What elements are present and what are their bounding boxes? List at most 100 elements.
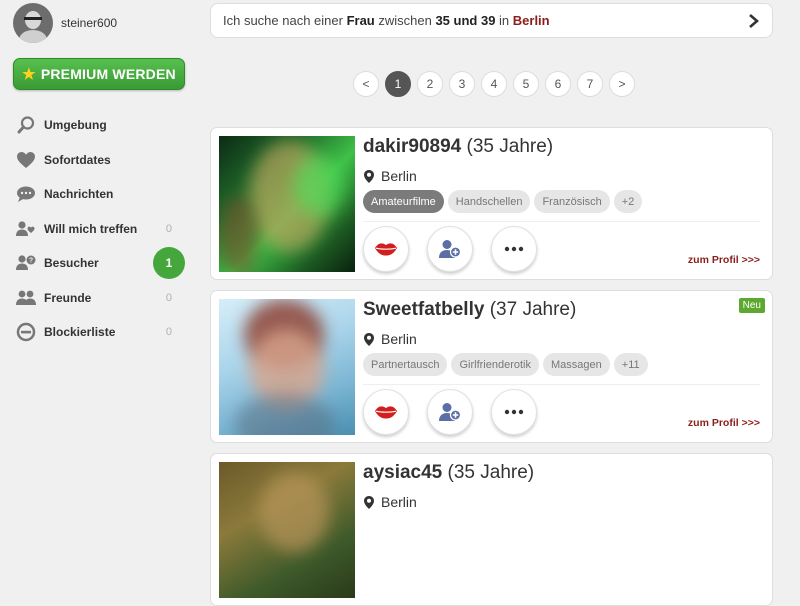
interest-tag[interactable]: Partnertausch bbox=[363, 353, 448, 376]
page-button-6[interactable]: 6 bbox=[545, 71, 571, 97]
profile-name[interactable]: aysiac45 (35 Jahre) bbox=[363, 462, 534, 484]
sidebar-item-label: Besucher bbox=[44, 256, 99, 271]
search-prefix: Ich suche nach einer bbox=[223, 13, 347, 28]
interest-tag[interactable]: Französisch bbox=[534, 190, 610, 213]
lips-icon bbox=[375, 243, 397, 256]
sidebar-item-freunde[interactable]: Freunde 0 bbox=[15, 281, 190, 316]
profile-username: aysiac45 bbox=[363, 462, 443, 483]
count-badge: 0 bbox=[165, 222, 172, 235]
interest-tag[interactable]: Massagen bbox=[543, 353, 610, 376]
page-button-3[interactable]: 3 bbox=[449, 71, 475, 97]
sidebar-item-nachrichten[interactable]: Nachrichten bbox=[15, 177, 190, 212]
search-mid: zwischen bbox=[374, 13, 436, 28]
add-friend-button[interactable] bbox=[427, 389, 473, 435]
search-criteria-bar[interactable]: Ich suche nach einer Frau zwischen 35 un… bbox=[210, 3, 773, 38]
sidebar-item-umgebung[interactable]: Umgebung bbox=[15, 108, 190, 143]
location-pin-icon bbox=[364, 169, 374, 183]
profile-name[interactable]: Sweetfatbelly (37 Jahre) bbox=[363, 299, 576, 321]
search-gender: Frau bbox=[346, 13, 375, 28]
heart-icon bbox=[15, 149, 37, 171]
profile-location: Berlin bbox=[363, 168, 417, 184]
profile-card: dakir90894 (35 Jahre) Berlin Amateurfilm… bbox=[210, 127, 773, 280]
page-button-1[interactable]: 1 bbox=[385, 71, 411, 97]
profile-location: Berlin bbox=[363, 331, 417, 347]
sidebar-item-label: Sofortdates bbox=[44, 152, 111, 167]
page-button-4[interactable]: 4 bbox=[481, 71, 507, 97]
sidebar-item-label: Blockierliste bbox=[44, 325, 116, 340]
search-in: in bbox=[495, 13, 513, 28]
sidebar-item-blockierliste[interactable]: Blockierliste 0 bbox=[15, 315, 190, 350]
sidebar-item-besucher[interactable]: ? Besucher 1 bbox=[15, 246, 190, 281]
more-dots-icon bbox=[504, 409, 524, 415]
new-badge: Neu bbox=[738, 298, 765, 313]
location-pin-icon bbox=[364, 495, 374, 509]
interest-tags: Amateurfilme Handschellen Französisch +2 bbox=[363, 190, 646, 213]
more-dots-icon bbox=[504, 246, 524, 252]
interest-tag[interactable]: Amateurfilme bbox=[363, 190, 444, 213]
premium-label: PREMIUM WERDEN bbox=[40, 66, 176, 82]
view-profile-link[interactable]: zum Profil >>> bbox=[688, 417, 760, 429]
star-icon: ★ bbox=[22, 66, 36, 83]
search-icon bbox=[15, 114, 37, 136]
user-question-icon: ? bbox=[15, 252, 37, 274]
search-age-range: 35 und 39 bbox=[435, 13, 496, 28]
interest-tags: Partnertausch Girlfrienderotik Massagen … bbox=[363, 353, 652, 376]
visitor-count-badge: 1 bbox=[153, 247, 185, 280]
profile-actions bbox=[363, 389, 555, 435]
more-tags[interactable]: +2 bbox=[613, 190, 643, 213]
sidebar-item-sofortdates[interactable]: Sofortdates bbox=[15, 143, 190, 178]
kiss-button[interactable] bbox=[363, 389, 409, 435]
next-page-button[interactable]: > bbox=[609, 71, 635, 97]
profile-city: Berlin bbox=[381, 331, 417, 347]
profile-photo[interactable] bbox=[219, 136, 355, 272]
sidebar-nav: Umgebung Sofortdates Nachrichten Will mi… bbox=[15, 108, 190, 350]
profile-actions bbox=[363, 226, 555, 272]
sidebar-item-label: Freunde bbox=[44, 290, 92, 305]
profile-age: (35 Jahre) bbox=[447, 462, 535, 483]
profile-city: Berlin bbox=[381, 494, 417, 510]
divider bbox=[363, 384, 760, 385]
pagination: < 1 2 3 4 5 6 7 > bbox=[353, 71, 641, 97]
profile-photo[interactable] bbox=[219, 299, 355, 435]
sidebar-item-will-mich-treffen[interactable]: Will mich treffen 0 bbox=[15, 212, 190, 247]
profile-age: (37 Jahre) bbox=[489, 299, 577, 320]
page-button-5[interactable]: 5 bbox=[513, 71, 539, 97]
location-pin-icon bbox=[364, 332, 374, 346]
divider bbox=[363, 221, 760, 222]
interest-tag[interactable]: Girlfrienderotik bbox=[451, 353, 540, 376]
page-button-2[interactable]: 2 bbox=[417, 71, 443, 97]
add-user-icon bbox=[439, 240, 462, 258]
more-options-button[interactable] bbox=[491, 389, 537, 435]
kiss-button[interactable] bbox=[363, 226, 409, 272]
more-options-button[interactable] bbox=[491, 226, 537, 272]
user-info[interactable]: steiner600 bbox=[13, 3, 117, 43]
friends-icon bbox=[15, 287, 37, 309]
add-user-icon bbox=[439, 403, 462, 421]
premium-button[interactable]: ★ PREMIUM WERDEN bbox=[13, 58, 185, 90]
svg-text:?: ? bbox=[29, 258, 33, 265]
profile-photo[interactable] bbox=[219, 462, 355, 598]
view-profile-link[interactable]: zum Profil >>> bbox=[688, 254, 760, 266]
sidebar-item-label: Nachrichten bbox=[44, 187, 114, 202]
chevron-right-icon[interactable] bbox=[748, 13, 760, 32]
add-friend-button[interactable] bbox=[427, 226, 473, 272]
username[interactable]: steiner600 bbox=[61, 16, 117, 30]
more-tags[interactable]: +11 bbox=[613, 353, 648, 376]
sidebar-item-label: Will mich treffen bbox=[44, 221, 138, 236]
sidebar: steiner600 ★ PREMIUM WERDEN Umgebung Sof… bbox=[0, 0, 195, 513]
count-badge: 0 bbox=[165, 291, 172, 304]
profile-card: aysiac45 (35 Jahre) Berlin bbox=[210, 453, 773, 606]
interest-tag[interactable]: Handschellen bbox=[447, 190, 531, 213]
chat-icon bbox=[15, 183, 37, 205]
profile-name[interactable]: dakir90894 (35 Jahre) bbox=[363, 136, 553, 158]
count-badge: 0 bbox=[165, 326, 172, 339]
lips-icon bbox=[375, 406, 397, 419]
search-city: Berlin bbox=[512, 13, 550, 28]
profile-card: Sweetfatbelly (37 Jahre) Neu Berlin Part… bbox=[210, 290, 773, 443]
page-button-7[interactable]: 7 bbox=[577, 71, 603, 97]
profile-username: dakir90894 bbox=[363, 136, 462, 157]
profile-age: (35 Jahre) bbox=[466, 136, 554, 157]
avatar[interactable] bbox=[13, 3, 53, 43]
prev-page-button[interactable]: < bbox=[353, 71, 379, 97]
sidebar-item-label: Umgebung bbox=[44, 118, 107, 133]
